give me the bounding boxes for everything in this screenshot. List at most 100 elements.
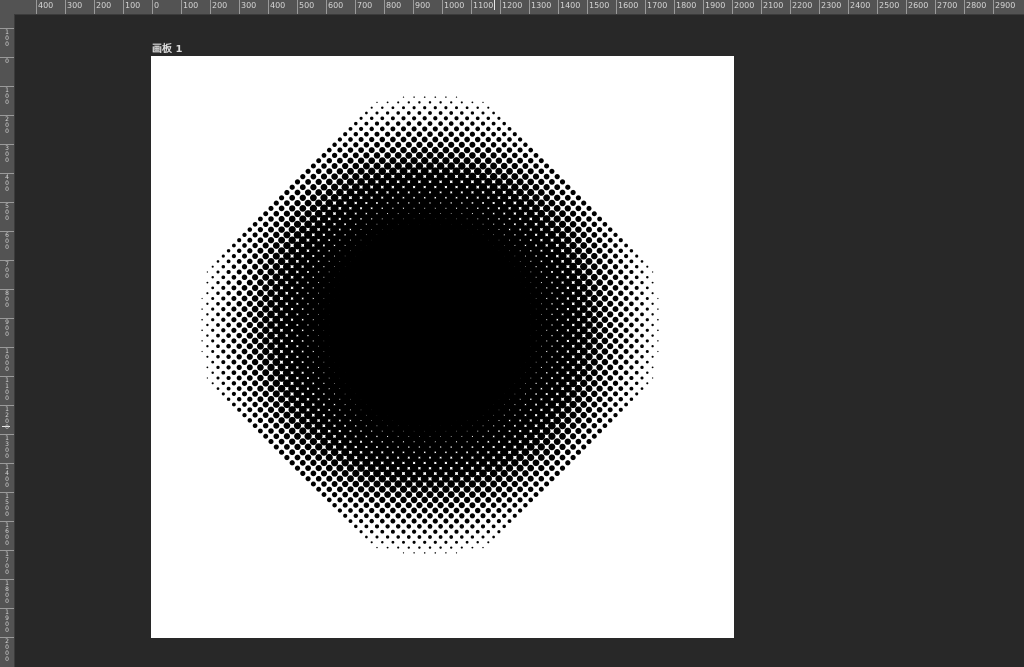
halftone-dot — [357, 157, 365, 164]
halftone-dot — [517, 497, 523, 503]
halftone-dot — [416, 131, 423, 137]
halftone-dot — [257, 385, 264, 392]
ruler-tick — [906, 0, 907, 14]
halftone-dot — [596, 406, 603, 413]
halftone-dot — [512, 142, 518, 148]
halftone-dot — [569, 433, 577, 440]
halftone-dot — [533, 481, 539, 487]
ruler-tick-label: 1900 — [5, 609, 9, 634]
halftone-dot — [400, 136, 407, 143]
halftone-dot — [613, 232, 618, 238]
halftone-dot — [596, 374, 603, 382]
halftone-dot — [612, 306, 619, 313]
halftone-dot — [521, 459, 529, 467]
halftone-dot — [485, 507, 491, 514]
halftone-dot — [396, 111, 400, 115]
halftone-dot — [221, 275, 226, 280]
halftone-dot — [410, 146, 418, 154]
halftone-dot — [564, 427, 572, 435]
halftone-dot — [381, 541, 384, 544]
halftone-dot — [236, 311, 242, 318]
halftone-dot — [426, 502, 434, 509]
halftone-dot — [564, 205, 571, 212]
halftone-dot — [585, 268, 593, 276]
halftone-dot — [288, 215, 296, 223]
halftone-dot — [326, 497, 332, 503]
halftone-dot — [347, 475, 354, 483]
halftone-dot — [262, 337, 270, 345]
halftone-dot — [465, 529, 470, 534]
halftone-dot — [607, 353, 614, 360]
halftone-dot — [586, 205, 592, 211]
halftone-dot — [484, 475, 492, 483]
halftone-dot — [246, 300, 253, 307]
halftone-dot — [437, 151, 445, 159]
halftone-dot — [288, 226, 296, 234]
halftone-dot — [368, 475, 376, 483]
halftone-dot — [359, 126, 364, 131]
halftone-dot — [389, 496, 397, 504]
halftone-dot — [247, 227, 253, 232]
halftone-dot — [448, 131, 454, 137]
halftone-dot — [267, 237, 275, 244]
halftone-dot — [309, 204, 318, 213]
halftone-dot — [326, 157, 333, 164]
halftone-dot — [565, 460, 571, 466]
halftone-dot — [326, 486, 333, 493]
halftone-dot — [580, 210, 587, 217]
halftone-dot — [507, 137, 512, 142]
halftone-dot — [586, 428, 592, 434]
halftone-dot — [221, 317, 226, 322]
artboard-canvas[interactable] — [151, 56, 734, 638]
halftone-dot — [294, 432, 301, 440]
halftone-dot — [231, 264, 237, 269]
halftone-dot — [585, 342, 593, 350]
halftone-dot — [490, 162, 498, 170]
halftone-dot — [428, 535, 432, 539]
halftone-dot — [267, 385, 275, 393]
halftone-dot — [357, 475, 365, 483]
halftone-dot — [211, 276, 214, 279]
horizontal-ruler[interactable]: 0 400 300 200 1000 100 200 300 400 500 600 700 800 90… — [0, 0, 1024, 15]
halftone-dot — [226, 322, 231, 328]
halftone-dot — [452, 157, 461, 165]
halftone-dot — [236, 269, 242, 275]
halftone-dot — [485, 136, 491, 143]
halftone-dot — [591, 422, 598, 429]
halftone-dot — [487, 541, 490, 544]
halftone-dot — [580, 390, 588, 398]
halftone-dot — [590, 284, 598, 292]
halftone-dot — [236, 279, 242, 286]
halftone-dot — [402, 552, 405, 554]
ruler-tick-label: 700 — [5, 261, 9, 280]
halftone-dot — [651, 271, 654, 273]
halftone-dot — [448, 513, 454, 519]
halftone-dot — [623, 264, 629, 269]
halftone-dot — [585, 289, 593, 297]
halftone-dot — [352, 491, 359, 498]
halftone-dot — [273, 221, 280, 228]
halftone-dot — [455, 96, 458, 98]
halftone-dot — [634, 338, 639, 343]
halftone-dot — [645, 360, 649, 364]
halftone-dot — [221, 254, 225, 258]
artboard-title[interactable]: 画板 1 — [152, 40, 182, 55]
halftone-dot — [365, 111, 368, 115]
halftone-dot — [645, 350, 649, 353]
halftone-dot — [246, 343, 253, 350]
halftone-dot — [237, 238, 242, 243]
halftone-dot — [321, 163, 327, 169]
vertical-ruler[interactable]: 100 0 100 200 300 400 500 600 700 800 900 1000 1100 1… — [0, 14, 15, 667]
halftone-dot — [426, 141, 434, 148]
halftone-dot — [590, 316, 598, 324]
ruler-tick-label: 2800 — [966, 1, 987, 10]
halftone-dot — [579, 368, 588, 377]
halftone-dot — [585, 247, 593, 255]
ruler-origin-corner[interactable] — [0, 0, 14, 14]
ruler-tick-label: 900 — [5, 319, 9, 338]
halftone-dot — [284, 200, 290, 206]
halftone-dot — [262, 316, 270, 324]
halftone-dot — [580, 263, 588, 271]
halftone-dot — [548, 432, 556, 440]
halftone-dot — [623, 327, 629, 333]
